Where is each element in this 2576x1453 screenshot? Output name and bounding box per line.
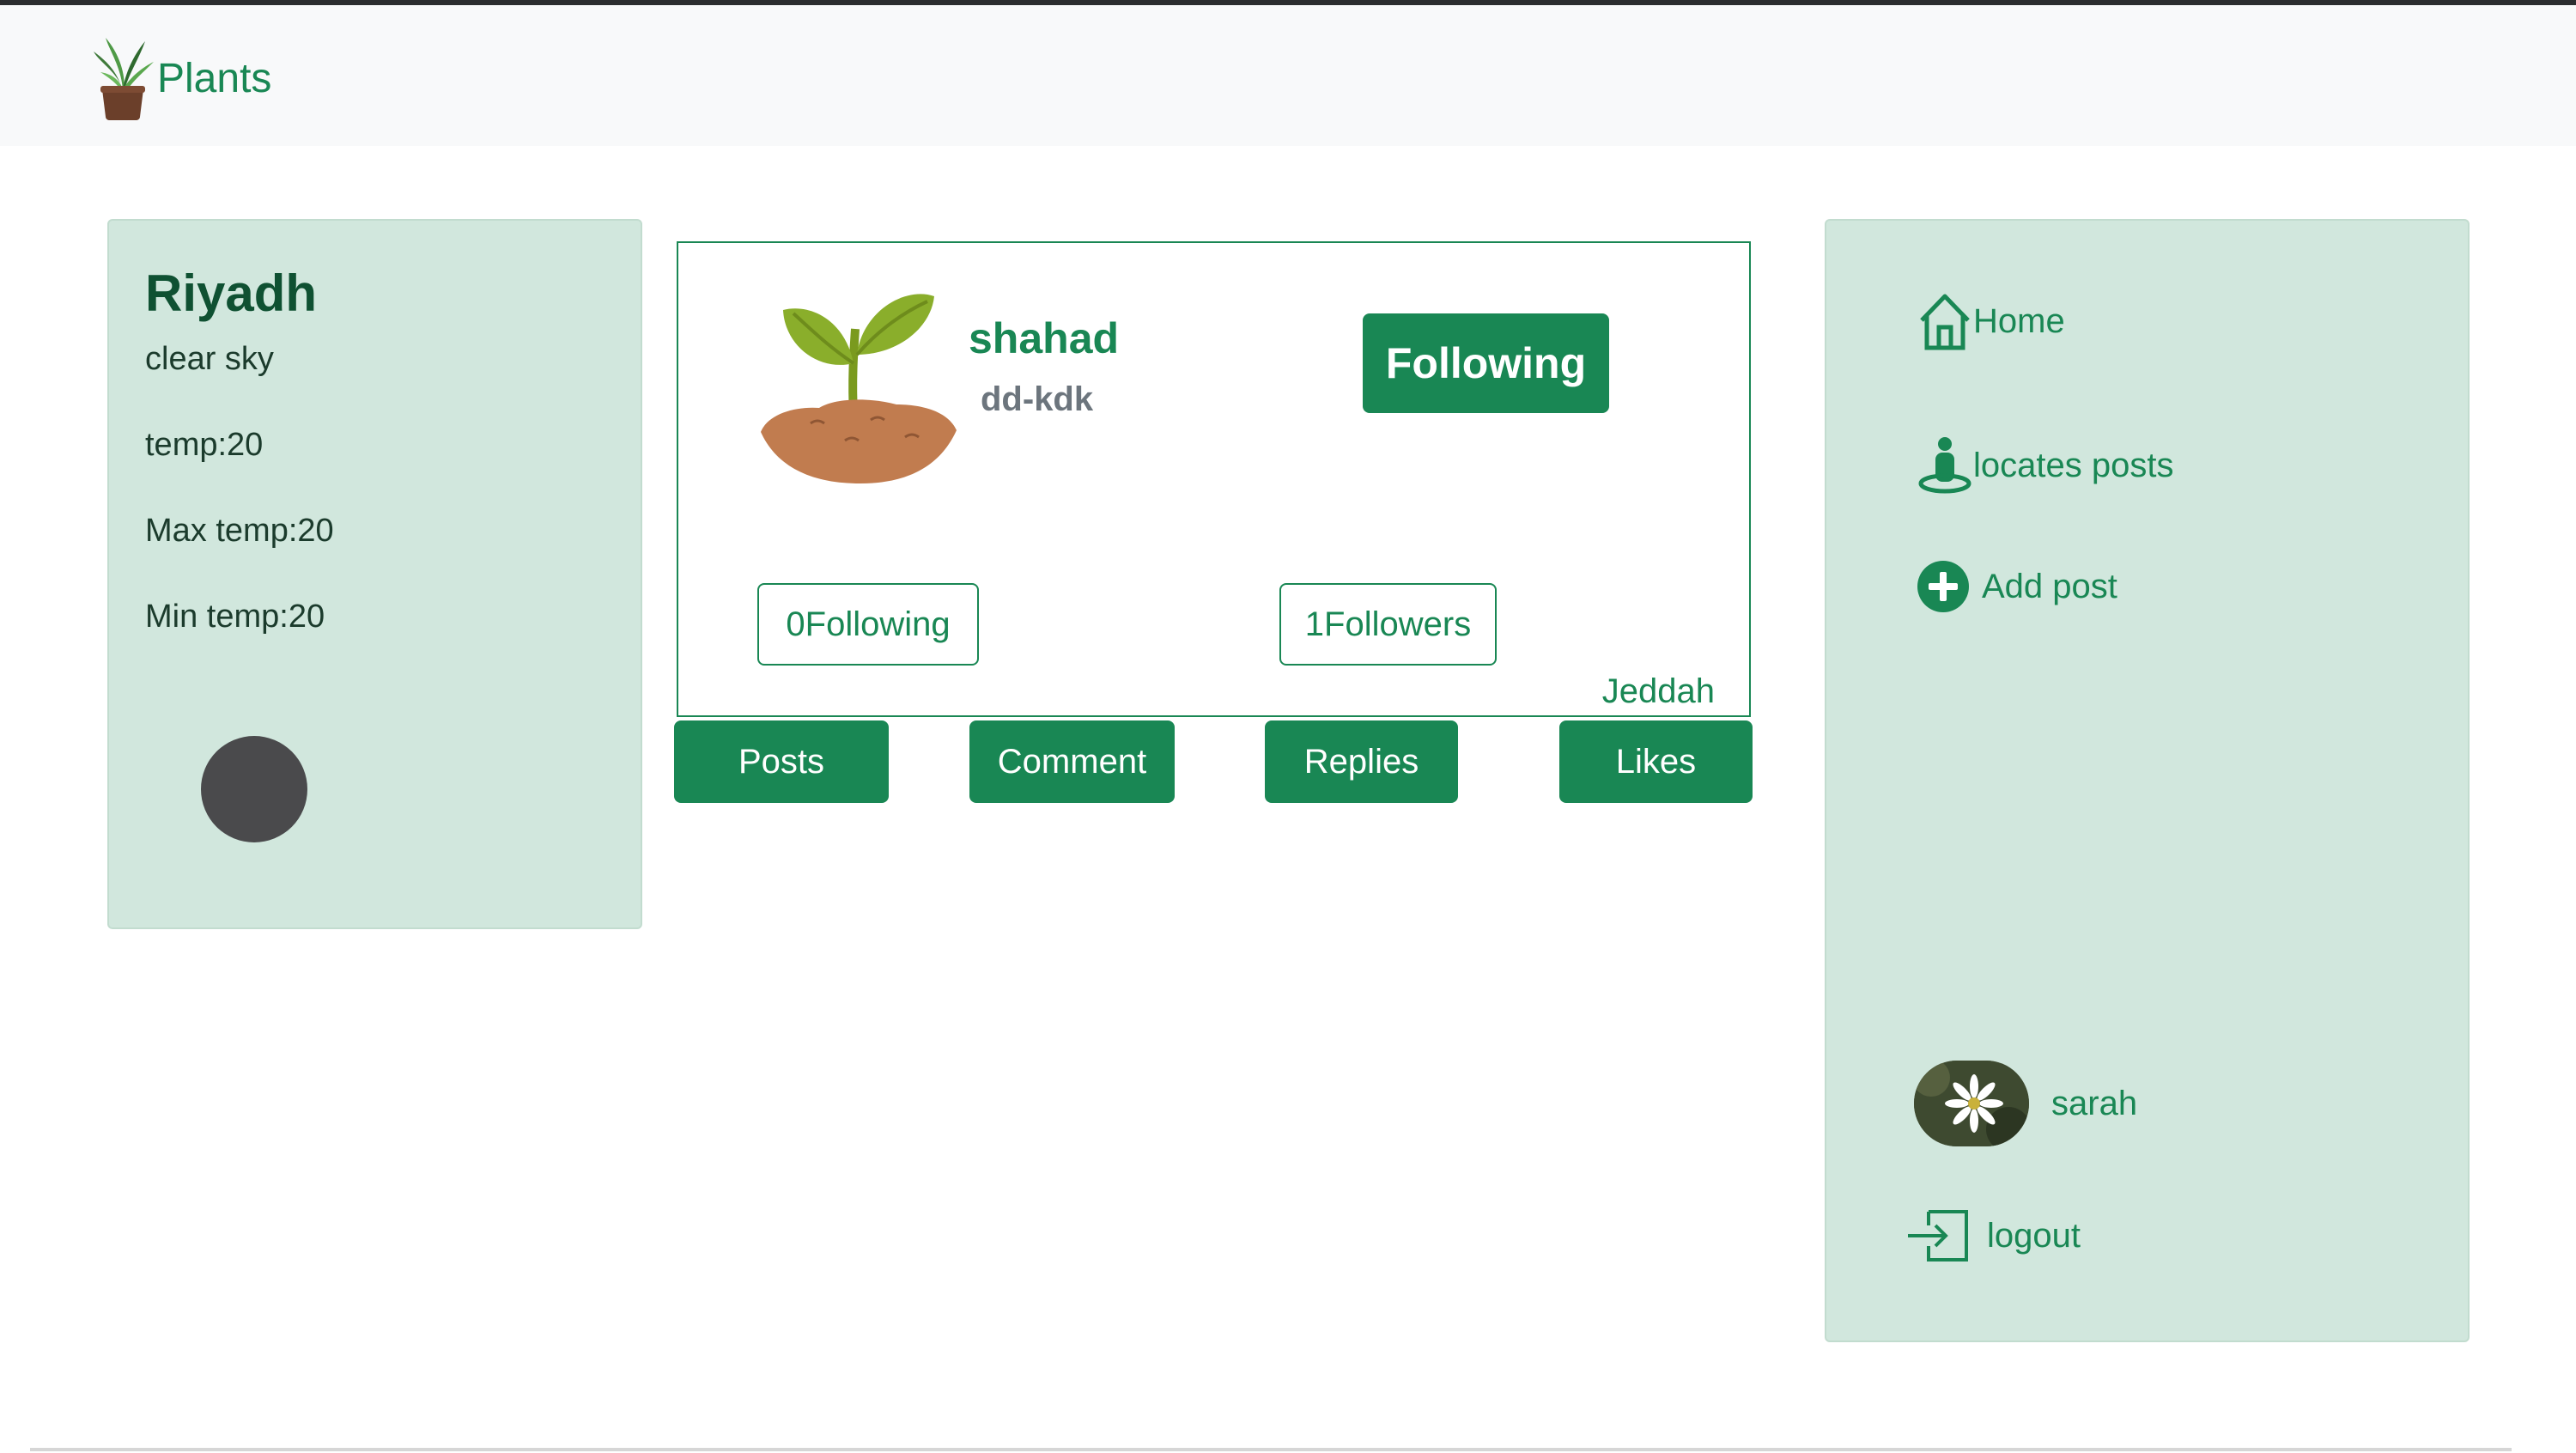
- tab-posts[interactable]: Posts: [674, 720, 889, 803]
- brand-name: Plants: [157, 55, 272, 101]
- brand-link[interactable]: Plants: [90, 36, 271, 120]
- sidebar-user-name: sarah: [2051, 1084, 2138, 1122]
- bottom-divider: [30, 1448, 2512, 1451]
- weather-city: Riyadh: [145, 264, 318, 322]
- weather-min-temp: Min temp:20: [145, 599, 325, 635]
- sidebar-item-label: Add post: [1982, 567, 2117, 605]
- plant-logo-icon: [94, 38, 154, 120]
- logout-link[interactable]: logout: [1906, 1208, 2081, 1263]
- weather-card: Riyadh clear sky temp:20 Max temp:20 Min…: [107, 219, 642, 929]
- logout-icon: [1908, 1210, 1968, 1261]
- sidebar-item-home[interactable]: Home: [1917, 291, 2065, 351]
- weather-max-temp: Max temp:20: [145, 513, 334, 549]
- sidebar-item-label: locates posts: [1973, 446, 2174, 484]
- sidebar-item-label: Home: [1973, 301, 2065, 340]
- sprout-avatar-icon: [761, 294, 957, 483]
- weather-icon: [201, 736, 307, 842]
- weather-temp: temp:20: [145, 427, 264, 463]
- following-count-button[interactable]: 0Following: [757, 583, 979, 666]
- sidebar-user[interactable]: sarah: [1914, 1061, 2137, 1146]
- followers-count-button[interactable]: 1Followers: [1279, 583, 1497, 666]
- profile-city: Jeddah: [1601, 672, 1715, 710]
- following-button[interactable]: Following: [1363, 313, 1609, 413]
- tab-comment[interactable]: Comment: [969, 720, 1175, 803]
- weather-description: clear sky: [145, 341, 274, 377]
- profile-name: shahad: [969, 314, 1120, 362]
- tab-replies[interactable]: Replies: [1265, 720, 1458, 803]
- avatar: [1914, 1061, 2029, 1146]
- sidebar-item-locates-posts[interactable]: locates posts: [1917, 435, 2173, 495]
- sidebar: Home locates posts Add post sarah logout: [1825, 219, 2470, 1342]
- tab-likes[interactable]: Likes: [1559, 720, 1753, 803]
- person-location-icon: [1918, 437, 1971, 494]
- plus-circle-icon: [1917, 561, 1969, 612]
- sidebar-item-add-post[interactable]: Add post: [1917, 560, 2117, 613]
- navbar: Plants: [0, 5, 2576, 146]
- flower-avatar-image: [1914, 1061, 2029, 1146]
- profile-handle: dd-kdk: [981, 380, 1094, 418]
- profile-card: shahad dd-kdk Following 0Following 1Foll…: [677, 241, 1751, 717]
- logout-label: logout: [1987, 1216, 2081, 1255]
- home-icon: [1920, 294, 1970, 350]
